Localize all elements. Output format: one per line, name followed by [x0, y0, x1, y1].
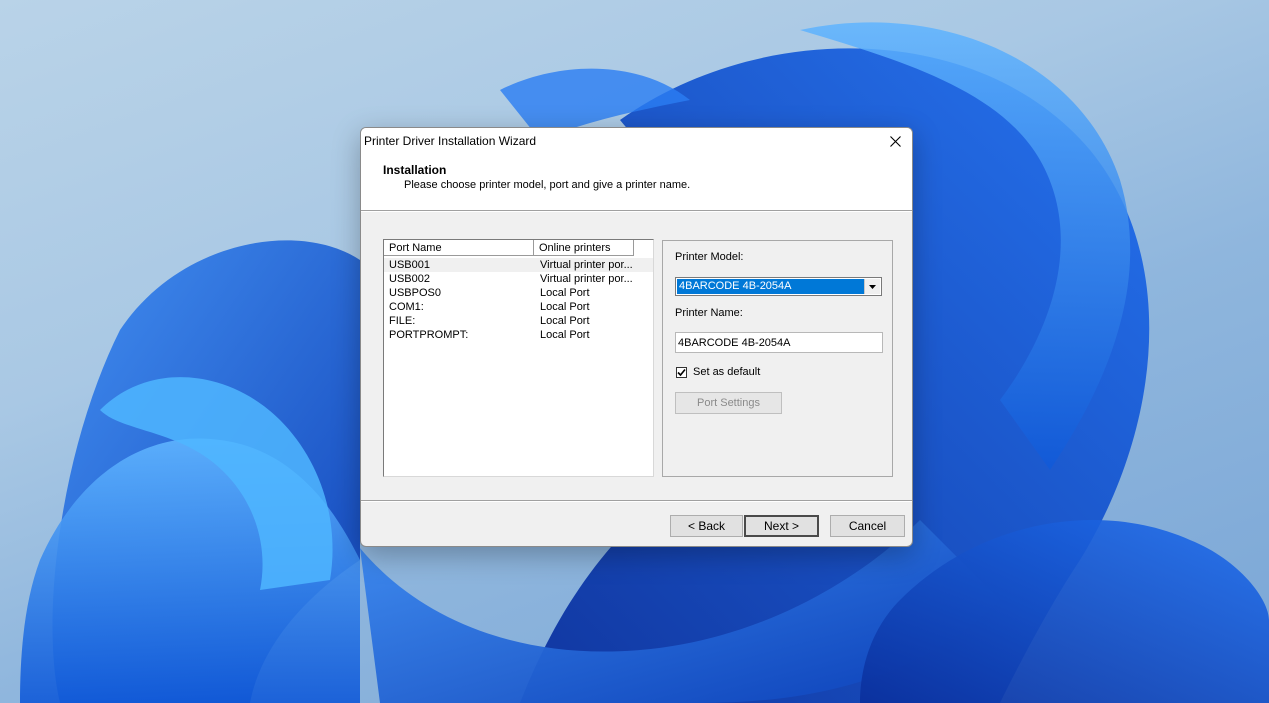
port-list[interactable]: Port Name Online printers USB001 Virtual …: [383, 239, 654, 477]
wizard-header: Installation Please choose printer model…: [361, 154, 912, 210]
dropdown-button[interactable]: [864, 279, 880, 294]
chevron-down-icon: [869, 284, 876, 289]
printer-name-label: Printer Name:: [675, 307, 743, 319]
column-port-name[interactable]: Port Name: [384, 240, 534, 256]
online-printer-cell: Local Port: [540, 315, 590, 327]
printer-wizard-dialog: Printer Driver Installation Wizard Insta…: [360, 127, 913, 547]
port-row[interactable]: USB001 Virtual printer por...: [384, 258, 653, 272]
port-row[interactable]: USB002 Virtual printer por...: [384, 272, 653, 286]
port-name-cell: PORTPROMPT:: [389, 329, 469, 341]
port-settings-button[interactable]: Port Settings: [675, 392, 782, 414]
footer-divider: [361, 500, 912, 502]
printer-model-select[interactable]: 4BARCODE 4B-2054A: [675, 277, 882, 296]
printer-settings-group: Printer Model: 4BARCODE 4B-2054A Printer…: [662, 240, 893, 477]
cancel-button[interactable]: Cancel: [830, 515, 905, 537]
port-row[interactable]: USBPOS0 Local Port: [384, 286, 653, 300]
port-name-cell: USB001: [389, 259, 430, 271]
port-name-cell: USB002: [389, 273, 430, 285]
checkmark-icon: [677, 368, 686, 377]
online-printer-cell: Local Port: [540, 301, 590, 313]
port-row[interactable]: FILE: Local Port: [384, 314, 653, 328]
port-name-cell: USBPOS0: [389, 287, 441, 299]
online-printer-cell: Local Port: [540, 287, 590, 299]
set-default-checkbox[interactable]: [676, 367, 687, 378]
online-printer-cell: Virtual printer por...: [540, 273, 633, 285]
port-list-rows: USB001 Virtual printer por... USB002 Virtua…: [384, 258, 653, 342]
close-button[interactable]: [878, 128, 912, 154]
header-divider: [361, 210, 912, 212]
port-name-cell: FILE:: [389, 315, 416, 327]
port-name-cell: COM1:: [389, 301, 424, 313]
step-title: Installation: [383, 163, 447, 177]
printer-model-label: Printer Model:: [675, 251, 744, 263]
printer-model-value: 4BARCODE 4B-2054A: [677, 279, 864, 294]
online-printer-cell: Virtual printer por...: [540, 259, 633, 271]
port-list-header: Port Name Online printers: [384, 240, 653, 257]
title-bar[interactable]: Printer Driver Installation Wizard: [361, 128, 912, 154]
step-subtitle: Please choose printer model, port and gi…: [404, 179, 691, 191]
next-button[interactable]: Next >: [744, 515, 819, 537]
window-title: Printer Driver Installation Wizard: [364, 134, 537, 148]
column-online-printers[interactable]: Online printers: [534, 240, 634, 256]
close-icon: [889, 135, 901, 147]
back-button[interactable]: < Back: [670, 515, 743, 537]
printer-name-input[interactable]: [675, 332, 883, 353]
online-printer-cell: Local Port: [540, 329, 590, 341]
set-default-label[interactable]: Set as default: [693, 366, 760, 378]
port-row[interactable]: COM1: Local Port: [384, 300, 653, 314]
port-row[interactable]: PORTPROMPT: Local Port: [384, 328, 653, 342]
